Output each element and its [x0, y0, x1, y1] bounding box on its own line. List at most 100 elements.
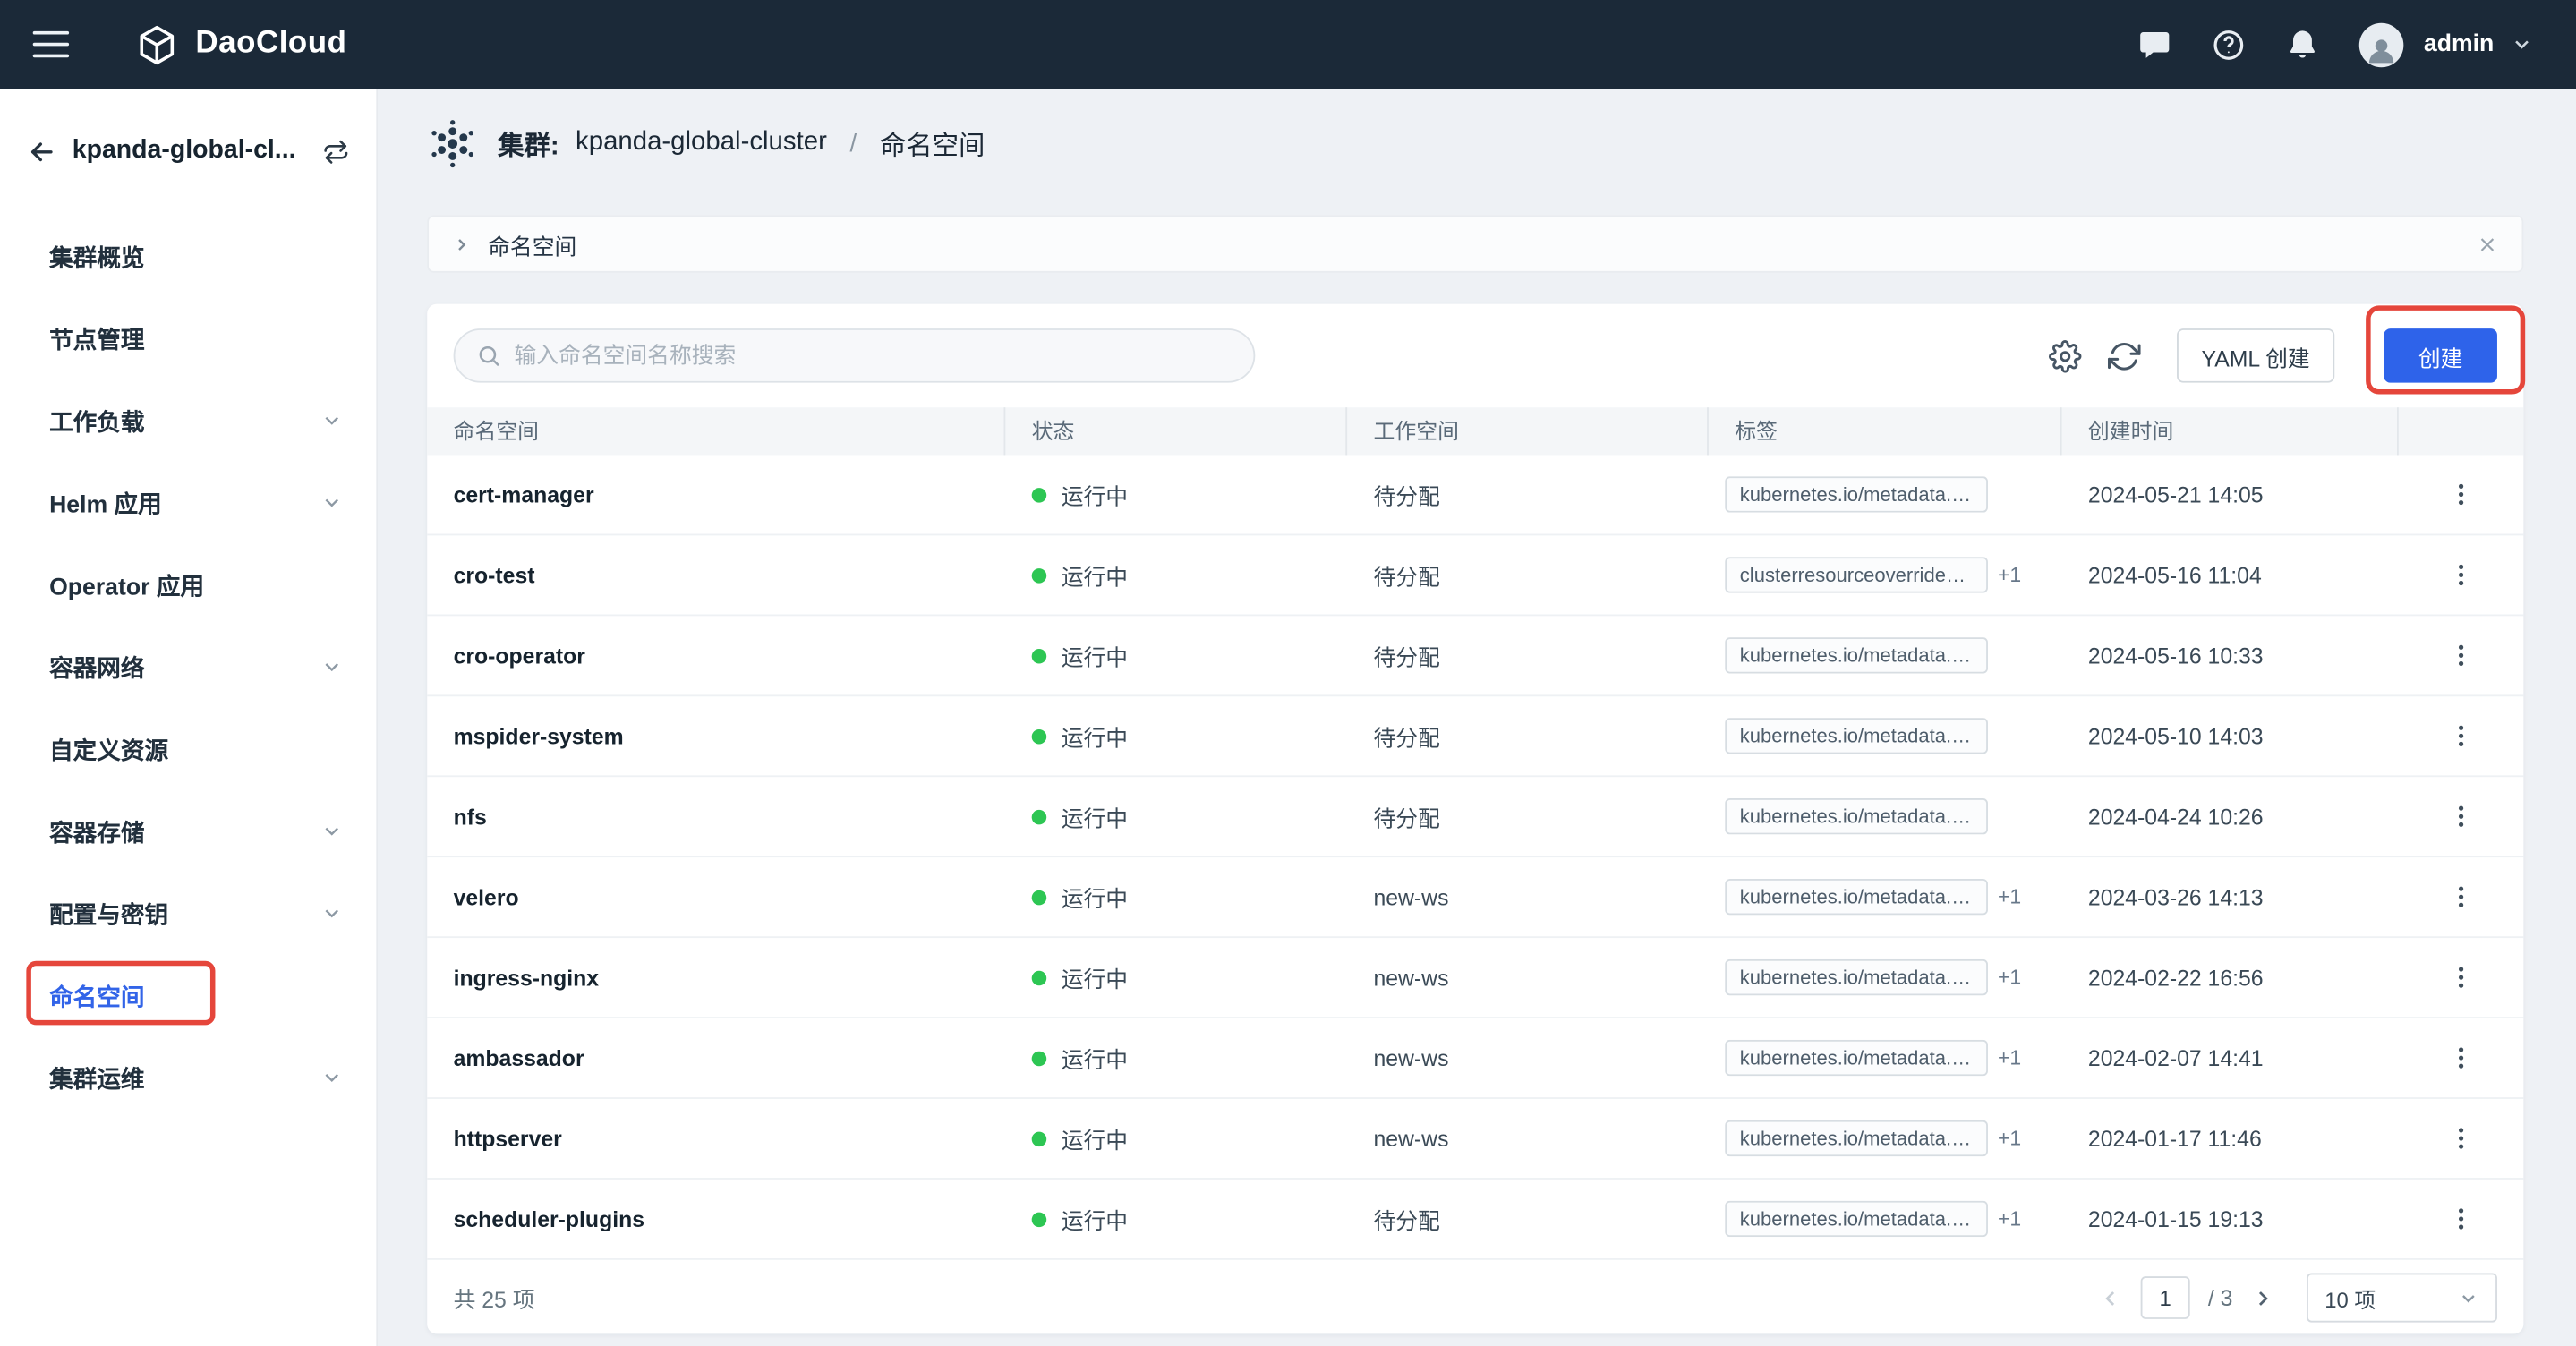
user-chevron-down-icon[interactable]	[2511, 33, 2534, 56]
label-chip: kubernetes.io/metadata.n...	[1725, 1120, 1988, 1157]
page-number-input[interactable]	[2140, 1276, 2190, 1319]
sidebar-item-namespaces[interactable]: 命名空间	[0, 954, 376, 1036]
cluster-icon	[427, 117, 478, 168]
yaml-create-button[interactable]: YAML 创建	[2177, 328, 2335, 383]
created-cell: 2024-01-15 19:13	[2087, 1206, 2264, 1231]
namespace-name[interactable]: httpserver	[427, 1126, 1005, 1151]
label-more-count: +1	[1997, 966, 2022, 989]
namespace-name[interactable]: ambassador	[427, 1045, 1005, 1070]
table-row: ingress-nginx 运行中 new-ws kubernetes.io/m…	[427, 938, 2524, 1019]
help-icon[interactable]	[2212, 27, 2247, 62]
labels-cell: kubernetes.io/metadata.n... +1	[1709, 878, 2062, 916]
status-cell: 运行中	[1005, 881, 1347, 914]
status-cell: 运行中	[1005, 1122, 1347, 1155]
brand-name: DaoCloud	[195, 26, 347, 61]
status-text: 运行中	[1061, 967, 1129, 992]
kebab-menu-icon[interactable]	[2446, 721, 2476, 751]
page-size-select[interactable]: 10 项	[2307, 1273, 2497, 1323]
created-cell: 2024-04-24 10:26	[2087, 804, 2264, 830]
workspace-cell: new-ws	[1373, 884, 1449, 909]
created-cell: 2024-05-16 10:33	[2087, 643, 2264, 669]
previous-page-icon[interactable]	[2098, 1285, 2123, 1310]
nav-label: Helm 应用	[49, 491, 162, 519]
kebab-menu-icon[interactable]	[2446, 641, 2476, 670]
sidebar-item-operator-apps[interactable]: Operator 应用	[0, 544, 376, 626]
label-chip: kubernetes.io/metadata.nam...	[1725, 798, 1988, 835]
label-chip: clusterresourceoverrides....	[1725, 557, 1988, 593]
actions-cell	[2399, 1123, 2523, 1153]
nav-label: 自定义资源	[49, 738, 169, 765]
namespace-name[interactable]: scheduler-plugins	[427, 1206, 1005, 1231]
label-chip: kubernetes.io/metadata.n...	[1725, 1200, 1988, 1238]
sidebar-item-helm-apps[interactable]: Helm 应用	[0, 462, 376, 544]
column-header-namespace: 命名空间	[427, 407, 1006, 456]
sidebar-item-workloads[interactable]: 工作负载	[0, 379, 376, 462]
username[interactable]: admin	[2424, 31, 2494, 57]
namespace-name[interactable]: cro-test	[427, 563, 1005, 588]
notifications-bell-icon[interactable]	[2286, 27, 2321, 62]
kebab-menu-icon[interactable]	[2446, 560, 2476, 590]
status-cell: 运行中	[1005, 558, 1347, 592]
sidebar-cluster-name[interactable]: kpanda-global-cl...	[73, 136, 307, 166]
avatar[interactable]	[2359, 21, 2404, 67]
label-chip: kubernetes.io/metadata.nam...	[1725, 718, 1988, 754]
actions-cell	[2399, 1044, 2523, 1073]
search-input[interactable]	[514, 343, 1233, 369]
daocloud-logo-icon	[135, 22, 180, 67]
kebab-menu-icon[interactable]	[2446, 480, 2476, 509]
tab-namespaces[interactable]: 命名空间	[488, 227, 576, 260]
kebab-menu-icon[interactable]	[2446, 802, 2476, 831]
status-text: 运行中	[1061, 565, 1129, 590]
breadcrumb: 集群: kpanda-global-cluster / 命名空间	[378, 89, 2576, 197]
sidebar-item-custom-resources[interactable]: 自定义资源	[0, 708, 376, 790]
workspace-cell: new-ws	[1373, 965, 1449, 990]
nav-label: 集群运维	[49, 1067, 145, 1094]
sidebar-item-container-storage[interactable]: 容器存储	[0, 790, 376, 873]
sidebar-item-config-secrets[interactable]: 配置与密钥	[0, 873, 376, 955]
created-cell: 2024-05-16 11:04	[2087, 562, 2262, 588]
status-cell: 运行中	[1005, 1042, 1347, 1075]
refresh-icon[interactable]	[2107, 339, 2141, 372]
back-arrow-icon[interactable]	[26, 135, 57, 166]
namespace-name[interactable]: cro-operator	[427, 643, 1005, 669]
status-dot	[1031, 567, 1047, 583]
status-dot	[1031, 808, 1047, 824]
search-box[interactable]	[453, 328, 1256, 383]
chat-icon[interactable]	[2138, 27, 2173, 62]
sidebar-item-container-network[interactable]: 容器网络	[0, 626, 376, 708]
namespace-name[interactable]: ingress-nginx	[427, 965, 1005, 990]
namespace-name[interactable]: cert-manager	[427, 482, 1005, 507]
settings-gear-icon[interactable]	[2048, 339, 2082, 372]
breadcrumb-cluster-link[interactable]: kpanda-global-cluster	[576, 128, 827, 158]
column-header-created: 创建时间	[2062, 407, 2399, 456]
kebab-menu-icon[interactable]	[2446, 963, 2476, 992]
chevron-down-icon	[320, 655, 344, 678]
workspace-cell: 待分配	[1373, 806, 1440, 831]
namespace-name[interactable]: mspider-system	[427, 724, 1005, 749]
actions-cell	[2399, 480, 2523, 509]
chevron-right-icon[interactable]	[452, 234, 472, 254]
menu-toggle-button[interactable]	[32, 30, 70, 58]
table-row: velero 运行中 new-ws kubernetes.io/metadata…	[427, 857, 2524, 939]
actions-cell	[2399, 560, 2523, 590]
namespace-name[interactable]: nfs	[427, 804, 1005, 829]
kebab-menu-icon[interactable]	[2446, 1123, 2476, 1153]
nav-label: 工作负载	[49, 409, 145, 437]
next-page-icon[interactable]	[2251, 1285, 2276, 1310]
kebab-menu-icon[interactable]	[2446, 1044, 2476, 1073]
sidebar-item-cluster-ops[interactable]: 集群运维	[0, 1036, 376, 1119]
chevron-down-icon	[2458, 1287, 2479, 1308]
breadcrumb-prefix: 集群:	[498, 132, 559, 161]
cluster-switch-icon[interactable]	[322, 137, 350, 165]
create-button[interactable]: 创建	[2384, 328, 2497, 383]
status-text: 运行中	[1061, 1208, 1129, 1234]
kebab-menu-icon[interactable]	[2446, 882, 2476, 912]
sidebar-item-node-management[interactable]: 节点管理	[0, 297, 376, 379]
sidebar-item-cluster-overview[interactable]: 集群概览	[0, 215, 376, 297]
close-icon[interactable]	[2476, 233, 2499, 256]
workspace-cell: 待分配	[1373, 484, 1440, 510]
main-content: 集群: kpanda-global-cluster / 命名空间 命名空间 输入…	[378, 89, 2576, 1346]
breadcrumb-current: 命名空间	[879, 132, 985, 161]
namespace-name[interactable]: velero	[427, 884, 1005, 909]
kebab-menu-icon[interactable]	[2446, 1204, 2476, 1233]
